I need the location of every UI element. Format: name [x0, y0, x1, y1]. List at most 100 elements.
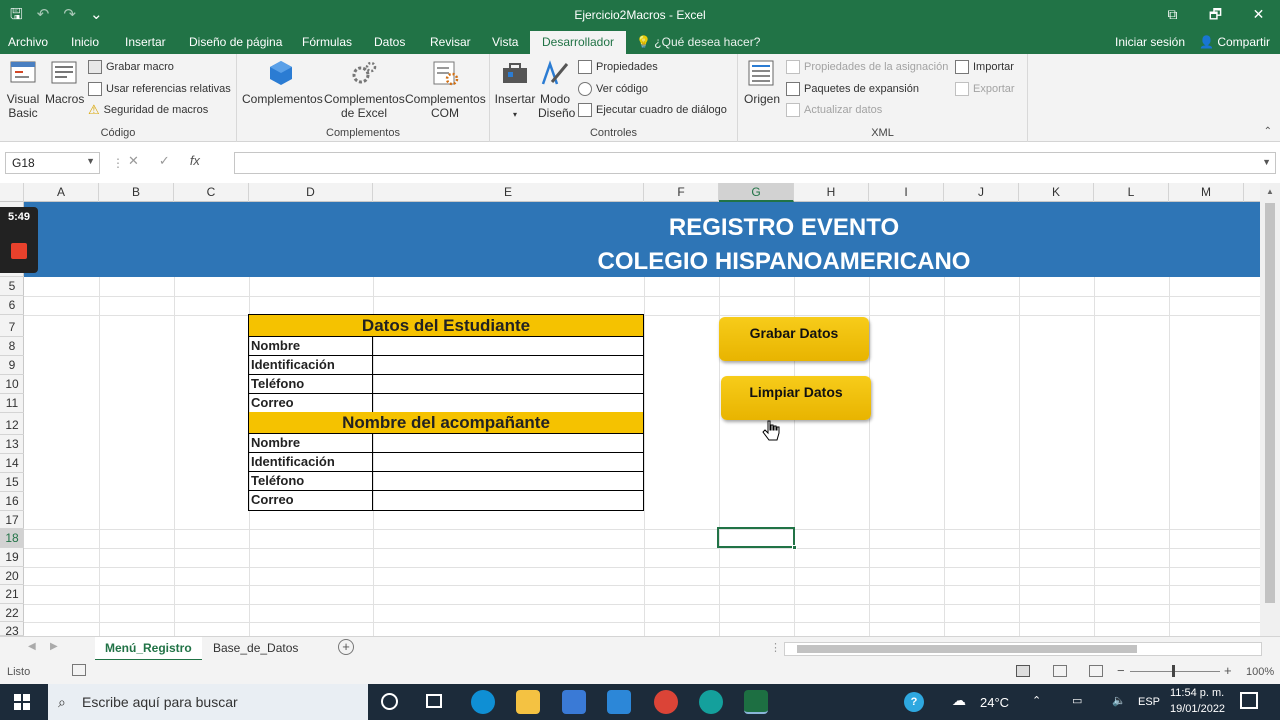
- row-header[interactable]: 5: [0, 277, 24, 296]
- sheet-tab-base-de-datos[interactable]: Base_de_Datos: [203, 637, 308, 661]
- file-explorer-icon[interactable]: [516, 690, 540, 714]
- column-header[interactable]: F: [644, 183, 719, 202]
- field-value-cell[interactable]: [373, 337, 643, 355]
- selected-cell-g18[interactable]: [717, 527, 797, 550]
- column-header[interactable]: M: [1169, 183, 1244, 202]
- field-value-cell[interactable]: [373, 375, 643, 393]
- complementos-excel-button[interactable]: Complementos de Excel: [324, 58, 405, 120]
- column-header[interactable]: L: [1094, 183, 1169, 202]
- tell-me-box[interactable]: 💡 ¿Qué desea hacer?: [636, 35, 760, 49]
- tab-vista[interactable]: Vista: [492, 35, 518, 49]
- tab-revisar[interactable]: Revisar: [430, 35, 471, 49]
- grabar-datos-button[interactable]: Grabar Datos: [719, 317, 869, 361]
- cortana-icon[interactable]: [381, 693, 398, 710]
- page-layout-view-icon[interactable]: [1053, 665, 1067, 677]
- cancel-entry-icon[interactable]: ✕: [128, 153, 139, 169]
- row-header[interactable]: 23: [0, 622, 24, 636]
- horizontal-scrollbar[interactable]: [784, 642, 1262, 656]
- row-header[interactable]: 9: [0, 356, 24, 375]
- row-header[interactable]: 17: [0, 511, 24, 529]
- column-header-selected[interactable]: G: [719, 183, 794, 202]
- close-button[interactable]: ✕: [1237, 0, 1280, 31]
- propiedades-button[interactable]: Propiedades: [578, 58, 658, 76]
- complementos-button[interactable]: Complementos: [242, 58, 323, 106]
- tray-chevron-icon[interactable]: ⌃: [1032, 694, 1041, 707]
- tab-inicio[interactable]: Inicio: [71, 35, 99, 49]
- prev-sheet-icon[interactable]: ◀: [28, 641, 36, 652]
- name-box-dropdown-icon[interactable]: ▼: [86, 156, 95, 166]
- origen-button[interactable]: Origen: [744, 58, 780, 106]
- weather-icon[interactable]: ☁: [952, 692, 966, 709]
- tab-formulas[interactable]: Fórmulas: [302, 35, 352, 49]
- field-value-cell[interactable]: [373, 356, 643, 374]
- field-value-cell[interactable]: [373, 394, 643, 413]
- volume-icon[interactable]: 🔈: [1112, 694, 1126, 707]
- language-indicator[interactable]: ESP: [1138, 696, 1160, 708]
- add-sheet-icon[interactable]: +: [338, 639, 354, 655]
- limpiar-datos-button[interactable]: Limpiar Datos: [721, 376, 871, 420]
- row-header[interactable]: 22: [0, 604, 24, 622]
- expand-formula-bar-icon[interactable]: ▼: [1262, 157, 1271, 167]
- importar-button[interactable]: Importar: [955, 58, 1014, 76]
- visual-basic-button[interactable]: Visual Basic: [5, 58, 41, 120]
- weather-temp[interactable]: 24°C: [980, 695, 1009, 710]
- vertical-scrollbar[interactable]: ▲: [1260, 183, 1280, 636]
- windows-start-icon[interactable]: [14, 694, 30, 710]
- paquetes-expansion-button[interactable]: Paquetes de expansión: [786, 80, 919, 98]
- edge-icon[interactable]: [471, 690, 495, 714]
- column-header[interactable]: A: [24, 183, 99, 202]
- exportar-button[interactable]: Exportar: [955, 80, 1015, 98]
- mail-icon[interactable]: [607, 690, 631, 714]
- vertical-scroll-thumb[interactable]: [1265, 203, 1275, 603]
- restore-button[interactable]: 🗗: [1194, 0, 1237, 31]
- column-header[interactable]: C: [174, 183, 249, 202]
- modo-diseno-button[interactable]: Modo Diseño: [538, 58, 575, 120]
- arduino-icon[interactable]: [699, 690, 723, 714]
- row-header[interactable]: 6: [0, 296, 24, 315]
- complementos-com-button[interactable]: Complementos COM: [405, 58, 486, 120]
- row-header[interactable]: 7: [0, 315, 24, 337]
- insertar-control-button[interactable]: Insertar ▾: [494, 58, 536, 122]
- scroll-up-icon[interactable]: ▲: [1260, 187, 1280, 196]
- worksheet-grid[interactable]: A B C D E F G H I J K L M 1 2 5 6 7 8 9 …: [0, 183, 1280, 636]
- column-header[interactable]: E: [373, 183, 644, 202]
- collapse-ribbon-icon[interactable]: ⌃: [1264, 126, 1272, 137]
- network-icon[interactable]: ▭: [1072, 694, 1082, 707]
- clock-date[interactable]: 19/01/2022: [1170, 703, 1225, 715]
- row-header[interactable]: 11: [0, 394, 24, 413]
- tab-insertar[interactable]: Insertar: [125, 35, 166, 49]
- notifications-icon[interactable]: [1240, 692, 1258, 709]
- row-header[interactable]: 16: [0, 492, 24, 511]
- tab-datos[interactable]: Datos: [374, 35, 405, 49]
- macros-button[interactable]: Macros: [45, 58, 84, 106]
- tab-diseno-pagina[interactable]: Diseño de página: [189, 35, 282, 49]
- taskbar-search-box[interactable]: ⌕ Escribe aquí para buscar: [48, 684, 368, 720]
- signin-link[interactable]: Iniciar sesión: [1115, 35, 1185, 49]
- next-sheet-icon[interactable]: ▶: [50, 641, 58, 652]
- page-break-view-icon[interactable]: [1089, 665, 1103, 677]
- column-header[interactable]: D: [249, 183, 373, 202]
- row-header[interactable]: 8: [0, 337, 24, 356]
- row-header[interactable]: 13: [0, 435, 24, 454]
- zoom-in-icon[interactable]: +: [1224, 663, 1232, 678]
- tab-archivo[interactable]: Archivo: [8, 35, 48, 49]
- row-header[interactable]: 20: [0, 567, 24, 585]
- stop-recording-icon[interactable]: [11, 243, 27, 259]
- tab-desarrollador[interactable]: Desarrollador: [530, 31, 627, 54]
- zoom-out-icon[interactable]: −: [1117, 663, 1125, 678]
- zoom-level[interactable]: 100%: [1246, 666, 1274, 678]
- microsoft-store-icon[interactable]: [562, 690, 586, 714]
- row-header[interactable]: 12: [0, 413, 24, 435]
- help-icon[interactable]: ?: [904, 692, 924, 712]
- column-header[interactable]: I: [869, 183, 944, 202]
- grabar-macro-button[interactable]: Grabar macro: [88, 58, 174, 76]
- row-header[interactable]: 10: [0, 375, 24, 394]
- excel-taskbar-icon[interactable]: [744, 690, 768, 714]
- row-header[interactable]: 19: [0, 548, 24, 567]
- ver-codigo-button[interactable]: Ver código: [578, 80, 648, 98]
- row-header[interactable]: 14: [0, 454, 24, 473]
- sheet-tab-menu-registro[interactable]: Menú_Registro: [95, 637, 202, 661]
- select-all-corner[interactable]: [0, 183, 24, 202]
- row-header[interactable]: 21: [0, 585, 24, 604]
- usar-referencias-relativas-button[interactable]: Usar referencias relativas: [88, 80, 231, 98]
